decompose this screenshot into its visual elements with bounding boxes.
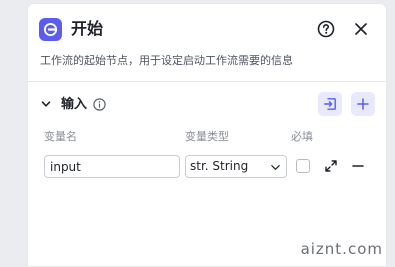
column-header-required: 必填 [291, 130, 313, 143]
close-button[interactable] [351, 19, 371, 39]
variable-type-value: str. String [190, 159, 249, 173]
panel-title: 开始 [71, 19, 104, 38]
close-icon [355, 23, 367, 35]
import-variable-button[interactable] [318, 92, 342, 116]
node-description: 工作流的起始节点，用于设定启动工作流需要的信息 [40, 54, 293, 67]
info-circle-icon[interactable] [93, 98, 106, 111]
start-node-panel: 开始 工作流的起始节点，用于设定启动工作流需要的信息 输入 变量名 变量类型 必… [28, 4, 386, 266]
column-header-name: 变量名 [44, 130, 77, 143]
variable-name-input[interactable] [44, 155, 180, 178]
section-divider [28, 81, 386, 82]
question-circle-icon [317, 20, 335, 38]
watermark-text: aiznt.com [300, 240, 383, 258]
column-header-type: 变量类型 [185, 130, 229, 143]
remove-variable-icon[interactable] [351, 159, 365, 173]
chevron-down-icon[interactable] [40, 98, 52, 110]
import-icon [324, 98, 336, 110]
expand-icon[interactable] [324, 159, 338, 173]
plus-icon [357, 98, 369, 110]
add-variable-button[interactable] [351, 92, 375, 116]
chevron-down-icon [271, 165, 280, 170]
canvas-background: 开始 工作流的起始节点，用于设定启动工作流需要的信息 输入 变量名 变量类型 必… [0, 0, 395, 267]
start-node-icon [39, 18, 62, 41]
help-button[interactable] [316, 19, 336, 39]
panel-header: 开始 [28, 4, 386, 50]
input-section-header: 输入 [28, 92, 386, 118]
variable-type-select[interactable]: str. String [185, 155, 287, 178]
input-section-title: 输入 [61, 97, 88, 112]
required-checkbox[interactable] [296, 159, 310, 173]
